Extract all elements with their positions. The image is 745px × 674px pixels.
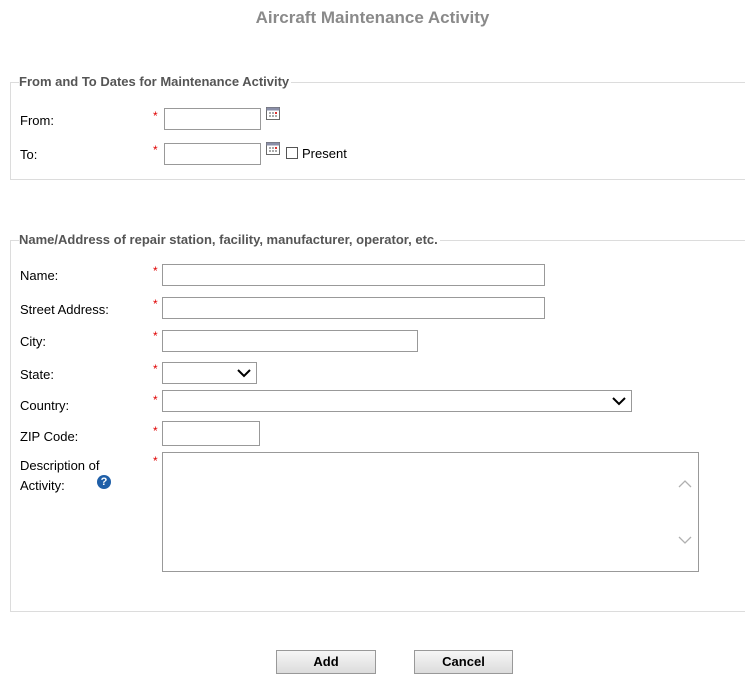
chevron-down-icon	[237, 369, 251, 378]
description-label-line2: Activity:	[20, 478, 65, 493]
from-required-marker: *	[153, 109, 158, 123]
description-required-marker: *	[153, 454, 158, 468]
name-input[interactable]	[162, 264, 545, 286]
add-button[interactable]: Add	[276, 650, 376, 674]
name-label: Name:	[20, 268, 59, 283]
country-select[interactable]	[162, 390, 632, 412]
to-date-input[interactable]	[164, 143, 261, 165]
calendar-icon[interactable]	[266, 142, 280, 155]
name-required-marker: *	[153, 264, 158, 278]
from-date-input[interactable]	[164, 108, 261, 130]
present-label: Present	[302, 146, 347, 161]
dates-fieldset: From and To Dates for Maintenance Activi…	[10, 74, 745, 180]
zip-required-marker: *	[153, 424, 158, 438]
description-textarea[interactable]	[162, 452, 699, 572]
scroll-up-icon[interactable]	[678, 479, 692, 489]
state-required-marker: *	[153, 362, 158, 376]
street-address-label: Street Address:	[20, 302, 109, 317]
city-input[interactable]	[162, 330, 418, 352]
zip-code-input[interactable]	[162, 421, 260, 446]
state-label: State:	[20, 367, 54, 382]
to-label: To:	[20, 147, 38, 162]
country-required-marker: *	[153, 393, 158, 407]
state-select[interactable]	[162, 362, 257, 384]
zip-code-label: ZIP Code:	[20, 429, 79, 444]
address-legend: Name/Address of repair station, facility…	[19, 232, 440, 247]
present-checkbox[interactable]	[286, 147, 298, 159]
calendar-icon[interactable]	[266, 107, 280, 120]
to-required-marker: *	[153, 143, 158, 157]
street-address-input[interactable]	[162, 297, 545, 319]
country-label: Country:	[20, 398, 70, 413]
dates-legend: From and To Dates for Maintenance Activi…	[19, 74, 292, 89]
scroll-down-icon[interactable]	[678, 535, 692, 545]
help-icon[interactable]: ?	[97, 475, 111, 489]
city-label: City:	[20, 334, 46, 349]
chevron-down-icon	[612, 397, 626, 406]
street-required-marker: *	[153, 297, 158, 311]
cancel-button[interactable]: Cancel	[414, 650, 513, 674]
from-label: From:	[20, 113, 54, 128]
city-required-marker: *	[153, 329, 158, 343]
description-label-line1: Description of	[20, 458, 100, 473]
page-title: Aircraft Maintenance Activity	[255, 8, 490, 27]
